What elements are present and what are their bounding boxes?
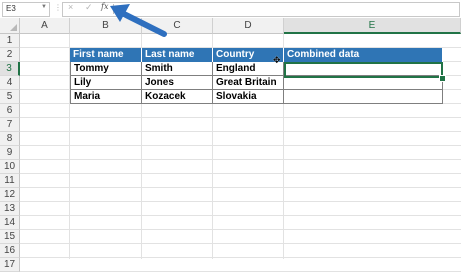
row-header-9[interactable]: 9 bbox=[0, 146, 20, 160]
table-header-cell[interactable]: First name bbox=[70, 48, 142, 62]
table-cell[interactable]: Great Britain bbox=[213, 76, 284, 90]
table-header-cell[interactable]: Last name bbox=[142, 48, 213, 62]
gridline-horizontal bbox=[20, 215, 461, 216]
gridline-horizontal bbox=[20, 117, 461, 118]
gridline-horizontal bbox=[20, 243, 461, 244]
table-cell[interactable]: Jones bbox=[142, 76, 213, 90]
gridline-horizontal bbox=[20, 173, 461, 174]
gridline-horizontal bbox=[20, 201, 461, 202]
gridline-horizontal bbox=[20, 229, 461, 230]
chevron-down-icon[interactable]: ▼ bbox=[41, 4, 47, 10]
table-cell[interactable] bbox=[284, 90, 443, 104]
move-cursor-icon: ✥ bbox=[273, 55, 281, 65]
row-header-8[interactable]: 8 bbox=[0, 132, 20, 146]
cancel-icon[interactable]: × bbox=[68, 2, 73, 12]
row-header-6[interactable]: 6 bbox=[0, 104, 20, 118]
gridline-horizontal bbox=[20, 145, 461, 146]
gridline-horizontal bbox=[20, 159, 461, 160]
row-header-5[interactable]: 5 bbox=[0, 90, 20, 104]
table-cell[interactable]: Tommy bbox=[70, 62, 142, 76]
column-header-d[interactable]: D bbox=[213, 18, 284, 34]
row-header-12[interactable]: 12 bbox=[0, 188, 20, 202]
select-all-button[interactable] bbox=[0, 18, 20, 34]
row-header-1[interactable]: 1 bbox=[0, 34, 20, 48]
row-header-7[interactable]: 7 bbox=[0, 118, 20, 132]
table-cell[interactable]: Lily bbox=[70, 76, 142, 90]
enter-icon[interactable]: ✓ bbox=[85, 2, 93, 13]
table-header-cell[interactable]: Combined data bbox=[284, 48, 443, 62]
table-cell[interactable] bbox=[284, 76, 443, 90]
row-header-11[interactable]: 11 bbox=[0, 174, 20, 188]
fill-handle[interactable] bbox=[439, 75, 446, 82]
row-header-4[interactable]: 4 bbox=[0, 76, 20, 90]
row-header-14[interactable]: 14 bbox=[0, 216, 20, 230]
row-header-16[interactable]: 16 bbox=[0, 244, 20, 258]
table-cell[interactable]: Slovakia bbox=[213, 90, 284, 104]
gridline-horizontal bbox=[20, 257, 461, 258]
row-header-13[interactable]: 13 bbox=[0, 202, 20, 216]
row-header-2[interactable]: 2 bbox=[0, 48, 20, 62]
active-cell-border bbox=[284, 62, 443, 78]
table-cell[interactable]: Kozacek bbox=[142, 90, 213, 104]
row-header-17[interactable]: 17 bbox=[0, 258, 20, 272]
formula-bar-grip-icon: ⋮ bbox=[54, 3, 62, 12]
table-cell[interactable]: Smith bbox=[142, 62, 213, 76]
gridline-horizontal bbox=[20, 131, 461, 132]
row-header-10[interactable]: 10 bbox=[0, 160, 20, 174]
blue-arrow-icon bbox=[110, 4, 167, 37]
column-header-a[interactable]: A bbox=[20, 18, 70, 34]
table-cell[interactable]: Maria bbox=[70, 90, 142, 104]
gridline-horizontal bbox=[20, 187, 461, 188]
row-header-15[interactable]: 15 bbox=[0, 230, 20, 244]
formula-bar: E3 ▼ ⋮ × ✓ fx bbox=[0, 0, 461, 19]
column-header-e[interactable]: E bbox=[284, 18, 461, 34]
row-header-3[interactable]: 3 bbox=[0, 62, 20, 76]
name-box[interactable]: E3 ▼ bbox=[2, 2, 50, 17]
name-box-value: E3 bbox=[6, 4, 16, 13]
